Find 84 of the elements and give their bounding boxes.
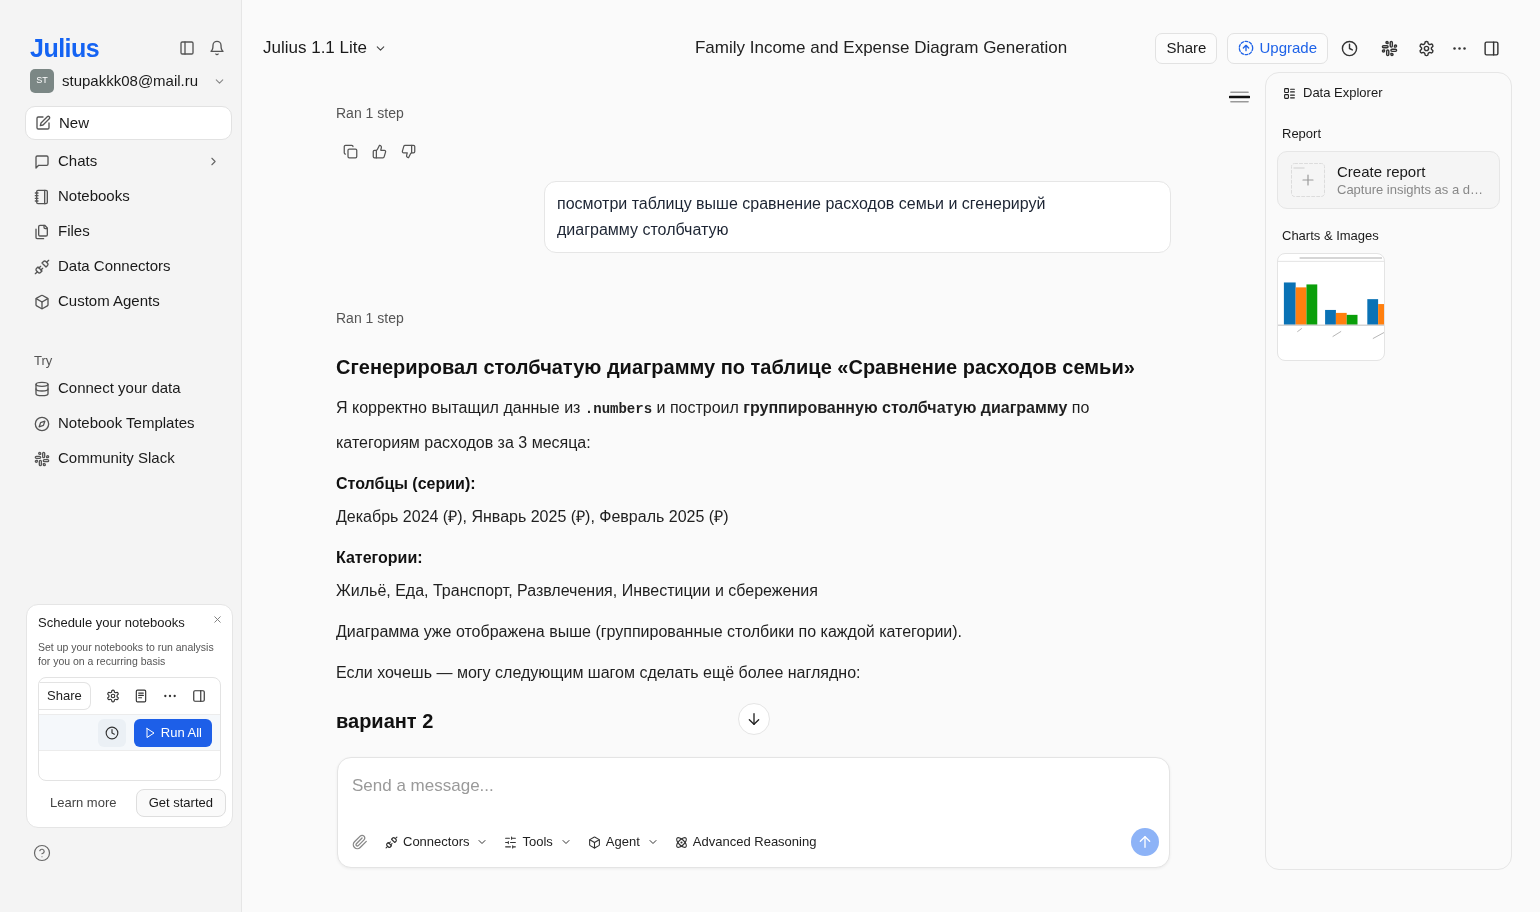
document-icon [133, 689, 148, 703]
composer-tool-button[interactable]: Agent [587, 829, 659, 855]
panel-icon [191, 689, 206, 703]
sidebar-item[interactable]: Files [25, 214, 232, 249]
compass-icon [34, 415, 50, 432]
edit-icon [35, 115, 51, 131]
notebook-icon [34, 188, 50, 205]
get-started-button[interactable]: Get started [135, 789, 226, 817]
response-paragraph: Диаграмма уже отображена выше (группированные столбики по каждой категории). [336, 622, 964, 642]
composer-tool-button[interactable]: Advanced Reasoning [674, 829, 817, 855]
sidebar-item[interactable]: Community Slack [25, 441, 232, 476]
model-selector[interactable]: Julius 1.1 Lite [263, 35, 387, 61]
sidebar-item[interactable]: Notebook Templates [25, 406, 232, 441]
composer-tool-button[interactable]: Connectors [385, 829, 489, 855]
files-icon [34, 223, 50, 240]
upload-icon [1238, 40, 1255, 56]
report-card-title: Create report [1337, 161, 1427, 181]
response-paragraph: Я корректно вытащил данные из .numbers и построил группированную столбчатую диаграмму по категориям расходов за 3 месяца: [336, 398, 1091, 453]
logo[interactable]: Julius [30, 34, 100, 62]
cube-icon [34, 293, 50, 310]
promo-description: Set up your notebooks to run analysis for you on a recurring basis [38, 640, 215, 668]
new-chat-button[interactable]: New [25, 106, 232, 140]
slack-icon[interactable] [1381, 39, 1398, 57]
play-icon [143, 726, 156, 739]
panel-toggle-icon[interactable] [179, 40, 195, 56]
chart-thumbnail[interactable] [1277, 253, 1385, 361]
bell-icon[interactable] [209, 40, 225, 56]
run-status[interactable]: Ran 1 step [336, 103, 404, 123]
sidebar-item[interactable]: Data Connectors [25, 249, 232, 284]
sidebar-item[interactable]: Connect your data [25, 371, 232, 406]
history-icon[interactable] [1341, 39, 1358, 57]
thumbs-up-icon[interactable] [372, 144, 387, 159]
cube-icon [587, 835, 601, 849]
upgrade-button[interactable]: Upgrade [1227, 32, 1328, 64]
clock-icon [104, 725, 119, 740]
atom-icon [674, 835, 688, 849]
copy-icon[interactable] [343, 144, 358, 159]
section-label: Report [1282, 125, 1322, 144]
section-label: Charts & Images [1282, 227, 1379, 246]
paperclip-icon[interactable] [352, 834, 368, 850]
report-card-subtitle: Capture insights as a d… [1337, 180, 1483, 199]
create-report-card[interactable]: Create report Capture insights as a d… [1277, 151, 1500, 209]
account-email[interactable]: stupakkk08@mail.ru [62, 69, 199, 93]
panel-title: Data Explorer [1303, 84, 1383, 103]
chat-title: Family Income and Expense Diagram Generation [694, 37, 1068, 60]
help-icon[interactable] [33, 844, 51, 862]
plug-icon [385, 835, 398, 849]
outline-menu-icon[interactable] [1229, 90, 1250, 104]
chat-bubble-icon [34, 153, 50, 170]
response-heading: Сгенерировал столбчатую диаграмму по таблице «Сравнение расходов семьи» [336, 355, 1135, 380]
preview-run-all-button[interactable]: Run All [133, 718, 212, 747]
scroll-down-button[interactable] [737, 703, 770, 735]
gear-icon [105, 689, 120, 703]
response-label: Столбцы (серии): [336, 474, 476, 494]
panel-toggle-icon[interactable] [1483, 39, 1500, 57]
user-message: посмотри таблицу выше сравнение расходов семьи и сгенерируй диаграмму столбчатую [544, 181, 1171, 253]
plus-tile-icon [1291, 163, 1325, 197]
share-button[interactable]: Share [1155, 32, 1218, 64]
plug-icon [34, 258, 50, 275]
sidebar-item[interactable]: Notebooks [25, 179, 232, 214]
grid-list-icon [1283, 86, 1296, 100]
arrow-up-icon [1137, 834, 1153, 850]
response-heading: вариант 2 [336, 709, 434, 734]
settings-icon[interactable] [1418, 39, 1435, 57]
response-paragraph: Декабрь 2024 (₽), Январь 2025 (₽), Февраль 2025 (₽) [336, 507, 730, 527]
response-paragraph: Если хочешь — могу следующим шагом сделать ещё более наглядно: [336, 663, 862, 683]
thumbs-down-icon[interactable] [401, 144, 416, 159]
avatar: ST [30, 69, 54, 93]
section-label: Try [34, 352, 53, 371]
close-icon[interactable] [212, 614, 223, 625]
preview-clock-button[interactable] [97, 718, 126, 747]
sidebar-item[interactable]: Custom Agents [25, 284, 232, 319]
promo-title: Schedule your notebooks [38, 614, 185, 632]
sliders-icon [504, 835, 518, 849]
sidebar-item[interactable]: Chats [25, 144, 232, 179]
response-label: Категории: [336, 548, 423, 568]
run-status[interactable]: Ran 1 step [336, 308, 404, 328]
learn-more-link[interactable]: Learn more [50, 793, 117, 813]
preview-share-button[interactable]: Share [39, 682, 91, 710]
database-icon [34, 380, 50, 397]
message-input[interactable]: Send a message... [352, 772, 1155, 800]
response-paragraph: Жильё, Еда, Транспорт, Развлечения, Инвестиции и сбережения [336, 581, 819, 601]
slack-icon [34, 450, 50, 467]
composer-tool-button[interactable]: Tools [504, 829, 572, 855]
